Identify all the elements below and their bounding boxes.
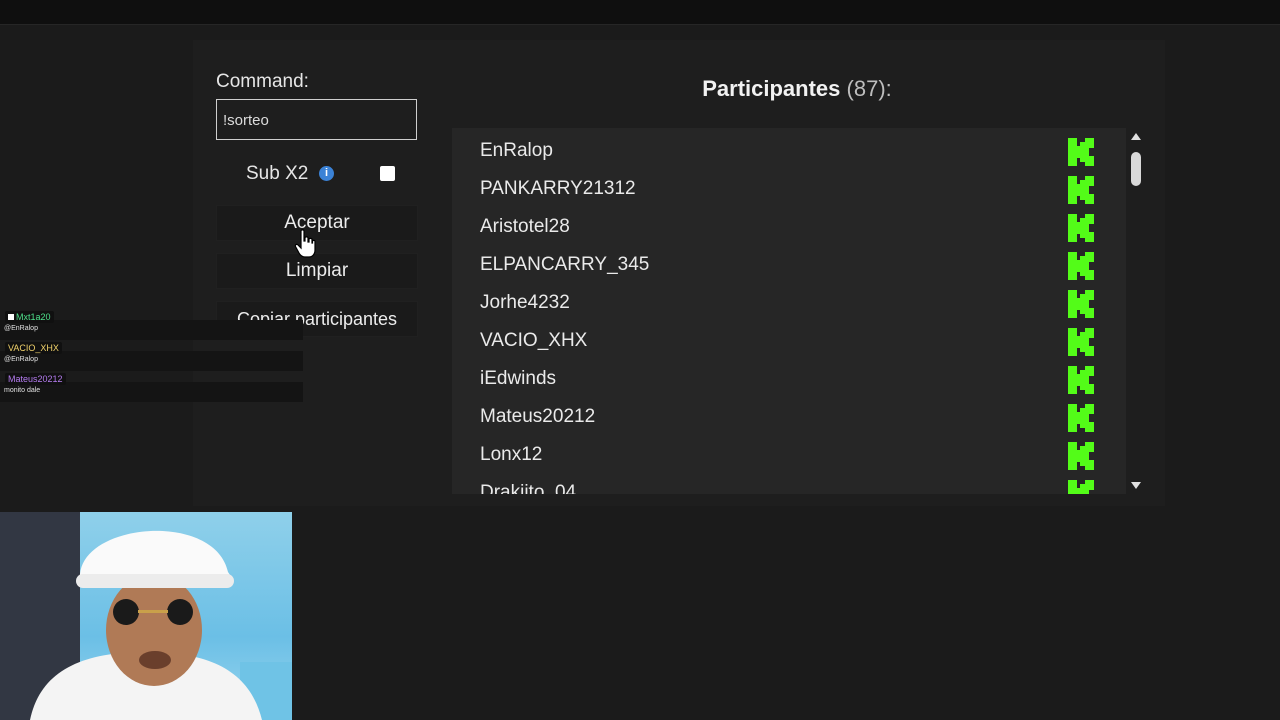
participant-name: ELPANCARRY_345 <box>480 254 650 275</box>
participants-count: (87): <box>846 76 892 101</box>
chat-text: @EnRalop <box>4 356 38 363</box>
kick-icon <box>1068 328 1094 356</box>
participant-name: iEdwinds <box>480 368 557 389</box>
list-item: VACIO_XHX <box>452 321 1126 359</box>
chat-message-background <box>0 382 303 402</box>
list-item: PANKARRY21312 <box>452 169 1126 207</box>
list-item: ELPANCARRY_345 <box>452 245 1126 283</box>
kick-icon <box>1068 404 1094 432</box>
chat-text: monito dale <box>4 387 41 394</box>
kick-icon <box>1068 366 1094 394</box>
streamer-webcam-image <box>0 512 292 720</box>
command-input[interactable]: !sorteo <box>216 99 417 140</box>
kick-icon <box>1068 442 1094 470</box>
list-item: Drakiito_04 <box>452 473 1126 494</box>
chat-overlay: Mxt1a20 @EnRalop VACIO_XHX @EnRalop Mate… <box>0 308 305 408</box>
scroll-down-arrow-icon[interactable] <box>1130 480 1142 490</box>
kick-icon <box>1068 214 1094 242</box>
scroll-up-arrow-icon[interactable] <box>1130 132 1142 142</box>
participants-title: Participantes (87): <box>452 76 1142 102</box>
list-item: Aristotel28 <box>452 207 1126 245</box>
kick-icon <box>1068 138 1094 166</box>
list-item: EnRalop <box>452 131 1126 169</box>
hand-cursor-icon <box>294 229 316 258</box>
command-label: Command: <box>216 71 309 92</box>
clear-button[interactable]: Limpiar <box>216 253 418 289</box>
sub-x2-row: Sub X2 i <box>216 160 418 190</box>
list-item: Lonx12 <box>452 435 1126 473</box>
sub-x2-label: Sub X2 <box>246 163 309 184</box>
webcam-feed <box>0 512 292 720</box>
subscriber-badge-icon <box>8 314 14 320</box>
top-bar <box>0 0 1280 25</box>
chat-text: @EnRalop <box>4 325 38 332</box>
kick-icon <box>1068 252 1094 280</box>
chat-user-badge: VACIO_XHX <box>5 342 62 354</box>
chat-user-badge: Mxt1a20 <box>5 311 54 323</box>
chat-username: Mxt1a20 <box>16 312 51 322</box>
chat-message-background <box>0 351 303 371</box>
participant-name: VACIO_XHX <box>480 330 588 351</box>
sub-x2-checkbox[interactable] <box>380 166 395 181</box>
chat-username: VACIO_XHX <box>8 343 59 353</box>
participants-list[interactable]: EnRalop PANKARRY21312 Aristotel28 ELPANC… <box>452 128 1126 494</box>
kick-icon <box>1068 480 1094 494</box>
list-item: Jorhe4232 <box>452 283 1126 321</box>
accept-button[interactable]: Aceptar <box>216 205 418 241</box>
list-item: Mateus20212 <box>452 397 1126 435</box>
participant-name: EnRalop <box>480 140 553 161</box>
participant-name: Drakiito_04 <box>480 482 577 494</box>
participant-name: PANKARRY21312 <box>480 178 636 199</box>
chat-user-badge: Mateus20212 <box>5 373 66 385</box>
participant-name: Mateus20212 <box>480 406 596 427</box>
participant-name: Aristotel28 <box>480 216 570 237</box>
scrollbar-thumb[interactable] <box>1131 152 1141 186</box>
participants-title-text: Participantes <box>702 76 841 101</box>
chat-username: Mateus20212 <box>8 374 63 384</box>
participant-name: Lonx12 <box>480 444 543 465</box>
participant-name: Jorhe4232 <box>480 292 570 313</box>
list-item: iEdwinds <box>452 359 1126 397</box>
kick-icon <box>1068 290 1094 318</box>
info-icon[interactable]: i <box>319 166 334 181</box>
chat-message-background <box>0 320 303 340</box>
kick-icon <box>1068 176 1094 204</box>
list-scrollbar[interactable] <box>1127 128 1145 494</box>
